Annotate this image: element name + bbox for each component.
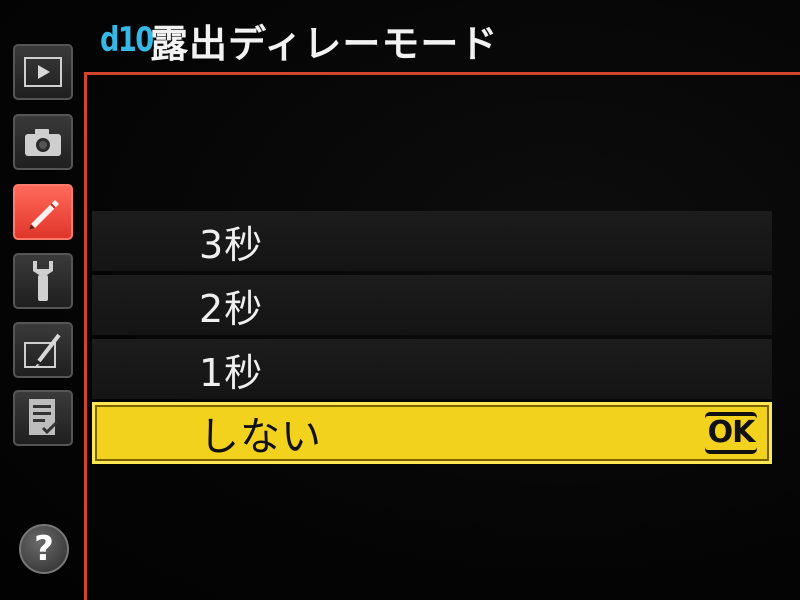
playback-icon bbox=[24, 57, 62, 87]
pencil-icon bbox=[23, 192, 63, 232]
option-off[interactable]: しない OK bbox=[92, 402, 772, 464]
option-label: 3秒 bbox=[199, 222, 264, 267]
menu-code-label: d10 bbox=[100, 20, 154, 60]
camera-menu-screen: ? d10 露出ディレーモード 3秒 2秒 1秒 しない OK bbox=[0, 0, 800, 600]
ok-label: OK bbox=[704, 416, 758, 450]
shooting-tab[interactable] bbox=[13, 114, 73, 170]
help-button[interactable]: ? bbox=[19, 524, 69, 574]
option-list: 3秒 2秒 1秒 しない OK bbox=[92, 211, 772, 468]
custom-settings-tab[interactable] bbox=[13, 184, 73, 240]
help-label: ? bbox=[34, 529, 54, 569]
frame-left-border bbox=[84, 72, 87, 600]
wrench-icon bbox=[25, 259, 61, 303]
option-label: 1秒 bbox=[199, 350, 264, 395]
option-3-seconds[interactable]: 3秒 bbox=[92, 211, 772, 271]
setup-tab[interactable] bbox=[13, 253, 73, 309]
option-label: 2秒 bbox=[199, 286, 264, 331]
option-1-second[interactable]: 1秒 bbox=[92, 339, 772, 399]
retouch-brush-icon bbox=[23, 331, 63, 369]
option-2-seconds[interactable]: 2秒 bbox=[92, 275, 772, 335]
checklist-icon bbox=[25, 397, 61, 439]
option-label: しない bbox=[199, 414, 322, 460]
my-menu-tab[interactable] bbox=[13, 390, 73, 446]
menu-header: d10 露出ディレーモード bbox=[100, 12, 498, 68]
page-title: 露出ディレーモード bbox=[150, 21, 499, 66]
menu-sidebar: ? bbox=[0, 0, 84, 600]
frame-top-border bbox=[84, 72, 800, 75]
camera-icon bbox=[23, 126, 63, 158]
retouch-tab[interactable] bbox=[13, 322, 73, 378]
ok-button[interactable]: OK bbox=[704, 412, 758, 454]
playback-tab[interactable] bbox=[13, 44, 73, 100]
